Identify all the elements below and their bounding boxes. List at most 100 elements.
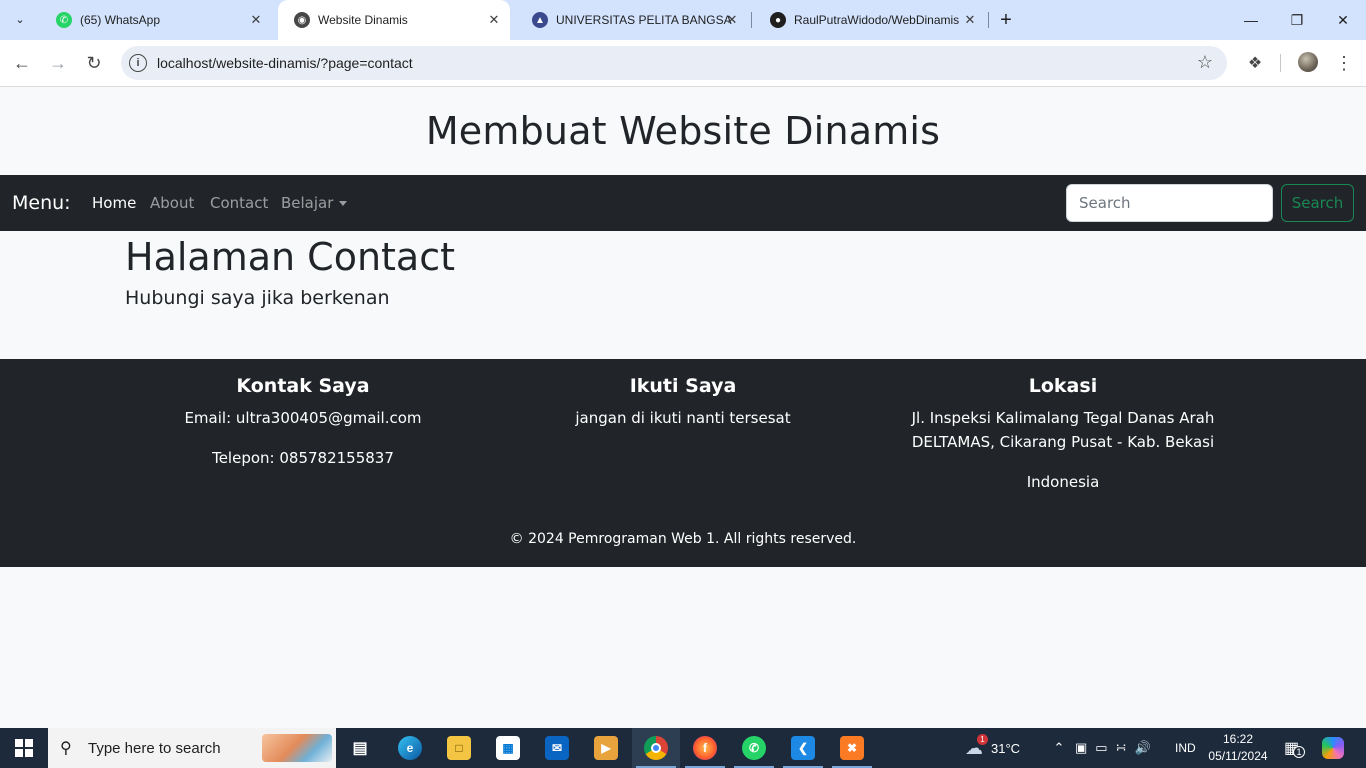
tab-separator	[988, 12, 989, 28]
windows-taskbar: ⚲ Type here to search ▤ e □ ▦ ✉ ▶ f ✆ ❮ …	[0, 728, 1366, 768]
nav-link-contact[interactable]: Contact	[210, 194, 268, 212]
footer-follow-title: Ikuti Saya	[629, 375, 737, 397]
tab-title: UNIVERSITAS PELITA BANGSA	[556, 13, 732, 27]
more-menu-icon[interactable]: ⋮	[1332, 51, 1356, 75]
page-subheading: Hubungi saya jika berkenan	[125, 287, 390, 309]
clock-time: 16:22	[1222, 732, 1254, 746]
web-page: Membuat Website Dinamis Menu: Home About…	[0, 87, 1366, 728]
notification-count: 1	[1293, 746, 1305, 758]
weather-temperature: 31°C	[991, 740, 1021, 756]
restore-icon[interactable]: ❐	[1274, 0, 1320, 40]
copilot-icon[interactable]	[1322, 728, 1344, 768]
battery-icon[interactable]: ▭	[1095, 740, 1107, 756]
nav-link-about[interactable]: About	[150, 194, 194, 212]
nav-link-home[interactable]: Home	[92, 194, 136, 212]
search-input[interactable]	[1066, 184, 1273, 222]
mail-icon[interactable]: ✉	[533, 728, 581, 768]
footer-address-line2: DELTAMAS, Cikarang Pusat - Kab. Bekasi	[911, 433, 1215, 451]
footer-country: Indonesia	[1026, 473, 1100, 491]
tab-website-dinamis[interactable]: ◉ Website Dinamis ✕	[278, 0, 510, 40]
nav-dropdown-belajar[interactable]: Belajar	[281, 194, 348, 212]
footer-location-title: Lokasi	[1028, 375, 1098, 397]
tab-universitas-pelita-bangsa[interactable]: ▲ UNIVERSITAS PELITA BANGSA ✕	[516, 0, 748, 40]
weather-widget[interactable]: ☁ 1 31°C	[965, 728, 1020, 768]
bookmark-star-icon[interactable]: ☆	[1197, 52, 1213, 73]
footer-location: Lokasi Jl. Inspeksi Kalimalang Tegal Dan…	[873, 375, 1253, 510]
show-hidden-icons-chevron-icon[interactable]: ⌃	[1051, 740, 1067, 756]
window-close-icon[interactable]: ✕	[1320, 0, 1366, 40]
close-icon[interactable]: ✕	[724, 12, 740, 28]
edge-icon[interactable]: e	[386, 728, 434, 768]
cloud-icon: ☁ 1	[965, 733, 988, 759]
browser-tab-strip: ⌄ ✆ (65) WhatsApp ✕ ◉ Website Dinamis ✕ …	[0, 0, 1366, 40]
site-info-icon[interactable]: i	[129, 54, 147, 72]
weather-badge: 1	[977, 733, 988, 745]
meet-now-icon[interactable]: ▣	[1075, 740, 1087, 756]
close-icon[interactable]: ✕	[962, 12, 978, 28]
url-text[interactable]: localhost/website-dinamis/?page=contact	[157, 55, 413, 71]
file-explorer-icon[interactable]: □	[435, 728, 483, 768]
whatsapp-icon: ✆	[56, 12, 72, 28]
browser-toolbar: ← → ↻ i localhost/website-dinamis/?page=…	[0, 40, 1366, 87]
xampp-icon[interactable]: ✖	[828, 728, 876, 768]
globe-icon: ◉	[294, 12, 310, 28]
back-arrow-icon[interactable]: ←	[8, 49, 36, 77]
page-heading: Halaman Contact	[125, 235, 456, 279]
nav-dropdown-label: Belajar	[281, 194, 334, 212]
caret-down-icon	[339, 201, 348, 206]
footer-follow: Ikuti Saya jangan di ikuti nanti tersesa…	[493, 375, 873, 446]
footer-address: Jl. Inspeksi Kalimalang Tegal Danas Arah…	[873, 406, 1253, 454]
tab-title: (65) WhatsApp	[80, 13, 161, 27]
tab-whatsapp[interactable]: ✆ (65) WhatsApp ✕	[40, 0, 272, 40]
tab-github-webdinamis[interactable]: ● RaulPutraWidodo/WebDinamis ✕	[754, 0, 986, 40]
wifi-icon[interactable]: ∺	[1116, 740, 1127, 756]
footer-address-line1: Jl. Inspeksi Kalimalang Tegal Danas Arah	[911, 409, 1215, 427]
search-highlight-image	[262, 734, 332, 762]
task-view-icon[interactable]: ▤	[336, 728, 384, 768]
chrome-icon[interactable]	[632, 728, 680, 768]
toolbar-divider	[1280, 54, 1281, 72]
footer-contact: Kontak Saya Email: ultra300405@gmail.com…	[113, 375, 493, 486]
tab-search-chevron-icon[interactable]: ⌄	[8, 7, 32, 31]
site-title: Membuat Website Dinamis	[425, 109, 941, 153]
extensions-puzzle-icon[interactable]: ❖	[1243, 51, 1267, 75]
taskbar-search-placeholder: Type here to search	[88, 739, 221, 757]
media-player-icon[interactable]: ▶	[582, 728, 630, 768]
firefox-icon[interactable]: f	[681, 728, 729, 768]
footer-follow-text: jangan di ikuti nanti tersesat	[575, 409, 791, 427]
profile-avatar[interactable]	[1298, 52, 1318, 72]
university-icon: ▲	[532, 12, 548, 28]
tab-title: RaulPutraWidodo/WebDinamis	[794, 13, 960, 27]
windows-logo-icon	[15, 739, 33, 757]
taskbar-search-box[interactable]: ⚲ Type here to search	[48, 728, 336, 768]
footer-contact-title: Kontak Saya	[236, 375, 370, 397]
reload-icon[interactable]: ↻	[80, 49, 108, 77]
start-button[interactable]	[0, 728, 48, 768]
volume-icon[interactable]: 🔊	[1135, 740, 1151, 756]
footer: Kontak Saya Email: ultra300405@gmail.com…	[0, 359, 1366, 567]
system-clock[interactable]: 16:22 05/11/2024	[1204, 731, 1272, 765]
tab-title: Website Dinamis	[318, 13, 408, 27]
tray-icons: ⌃ ▣ ▭ ∺ 🔊	[1051, 728, 1151, 768]
vscode-icon[interactable]: ❮	[779, 728, 827, 768]
navbar: Menu: Home About Contact Belajar Search	[0, 175, 1366, 231]
search-icon: ⚲	[60, 740, 72, 757]
footer-copyright: © 2024 Pemrograman Web 1. All rights res…	[509, 531, 857, 547]
forward-arrow-icon[interactable]: →	[44, 49, 72, 77]
microsoft-store-icon[interactable]: ▦	[484, 728, 532, 768]
notification-center-icon[interactable]: ▦ 1	[1284, 728, 1305, 768]
footer-email: Email: ultra300405@gmail.com	[184, 409, 422, 427]
clock-date: 05/11/2024	[1208, 749, 1268, 763]
close-icon[interactable]: ✕	[248, 12, 264, 28]
footer-phone: Telepon: 085782155837	[212, 449, 394, 467]
new-tab-plus-icon[interactable]: +	[994, 8, 1018, 32]
search-button[interactable]: Search	[1281, 184, 1354, 222]
github-icon: ●	[770, 12, 786, 28]
input-language[interactable]: IND	[1175, 728, 1196, 768]
tab-separator	[751, 12, 752, 28]
close-icon[interactable]: ✕	[486, 12, 502, 28]
address-bar[interactable]: i localhost/website-dinamis/?page=contac…	[121, 46, 1227, 80]
whatsapp-taskbar-icon[interactable]: ✆	[730, 728, 778, 768]
navbar-brand[interactable]: Menu:	[12, 192, 71, 214]
minimize-icon[interactable]: —	[1228, 0, 1274, 40]
